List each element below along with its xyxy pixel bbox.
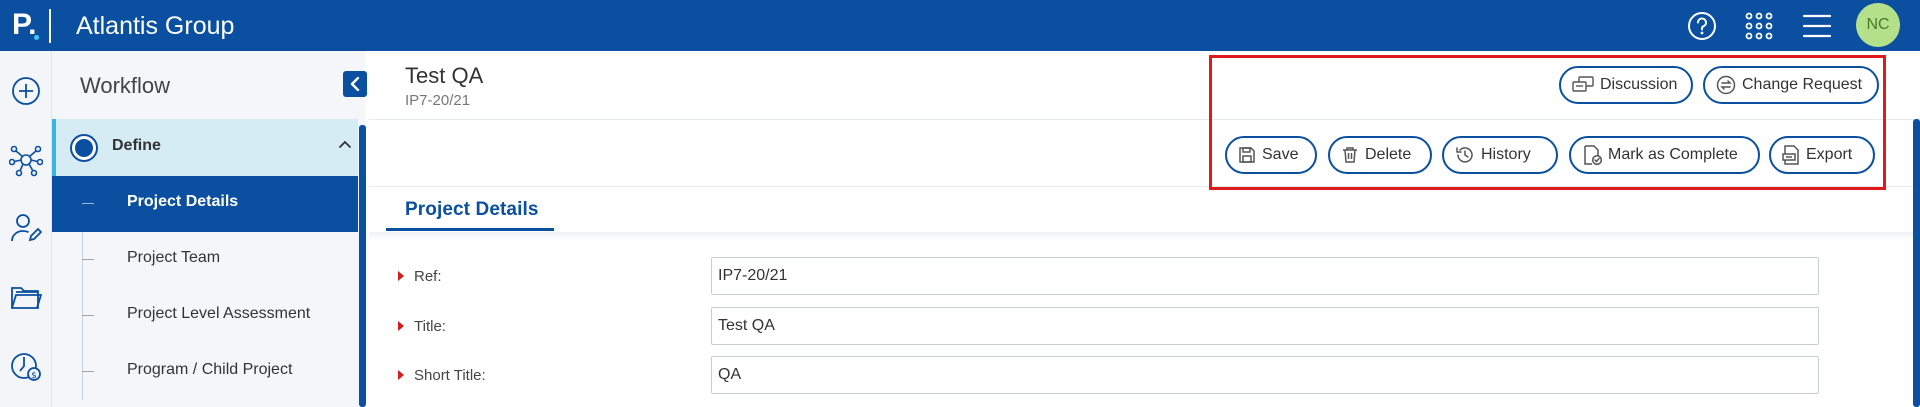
- workflow-item-label: Project Level Assessment: [127, 305, 311, 322]
- main-scrollbar[interactable]: [1913, 119, 1920, 407]
- workflow-stage-define[interactable]: Define: [52, 119, 358, 176]
- apps-grid-icon[interactable]: [1741, 8, 1777, 44]
- required-marker-icon: [398, 321, 404, 331]
- title-input[interactable]: [711, 307, 1819, 345]
- page-subtitle: IP7-20/21: [405, 92, 471, 109]
- save-label: Save: [1262, 146, 1299, 163]
- history-label: History: [1481, 146, 1531, 163]
- discussion-icon: [1572, 76, 1594, 92]
- discussion-label: Discussion: [1600, 76, 1678, 93]
- main-content: Test QA IP7-20/21 Discussion Change Requ…: [369, 51, 1920, 407]
- field-short-title: Short Title:: [369, 356, 1913, 396]
- change-request-icon: [1716, 75, 1736, 95]
- history-icon: [1456, 147, 1473, 163]
- mark-as-complete-label: Mark as Complete: [1608, 146, 1738, 163]
- app-logo[interactable]: P.: [12, 7, 36, 43]
- trash-icon: [1343, 147, 1357, 163]
- field-label: Title:: [414, 318, 446, 335]
- menu-icon[interactable]: [1799, 8, 1835, 44]
- short-title-input[interactable]: [711, 356, 1819, 394]
- workflow-item-program-child-project[interactable]: Program / Child Project: [52, 344, 358, 400]
- network-icon[interactable]: [8, 142, 44, 178]
- collapse-panel-button[interactable]: [343, 71, 367, 97]
- workflow-item-label: Project Details: [127, 193, 239, 210]
- top-bar: P. Atlantis Group NC: [0, 0, 1920, 51]
- add-icon[interactable]: [8, 73, 44, 109]
- required-marker-icon: [398, 271, 404, 281]
- tab-project-details[interactable]: Project Details: [386, 189, 554, 231]
- save-icon: [1239, 147, 1255, 163]
- workflow-item-project-details[interactable]: Project Details: [52, 176, 358, 232]
- left-rail: $: [0, 51, 52, 407]
- help-icon[interactable]: [1684, 8, 1720, 44]
- stage-label: Define: [112, 137, 161, 154]
- chevron-left-icon: [350, 77, 360, 91]
- history-button[interactable]: History: [1442, 136, 1558, 174]
- field-title: Title:: [369, 307, 1913, 347]
- discussion-button[interactable]: Discussion: [1559, 66, 1693, 104]
- mark-as-complete-button[interactable]: Mark as Complete: [1569, 136, 1760, 174]
- finance-icon[interactable]: $: [8, 348, 44, 384]
- export-label: Export: [1806, 146, 1853, 163]
- document-check-icon: [1584, 145, 1602, 165]
- tab-label: Project Details: [405, 199, 539, 220]
- page-title: Test QA: [405, 63, 484, 88]
- ref-input[interactable]: [711, 257, 1819, 295]
- logo-dot: [34, 35, 39, 40]
- field-ref: Ref:: [369, 257, 1913, 297]
- logo-separator: [49, 9, 51, 43]
- export-file-icon: [1782, 145, 1799, 165]
- chevron-up-icon: [339, 140, 351, 148]
- delete-label: Delete: [1365, 146, 1412, 163]
- active-tab-indicator: [386, 228, 554, 231]
- svg-text:$: $: [31, 371, 37, 381]
- save-button[interactable]: Save: [1225, 136, 1317, 174]
- user-avatar[interactable]: NC: [1856, 3, 1900, 47]
- change-request-label: Change Request: [1742, 76, 1863, 93]
- workflow-item-label: Program / Child Project: [127, 361, 293, 378]
- delete-button[interactable]: Delete: [1328, 136, 1432, 174]
- required-marker-icon: [398, 370, 404, 380]
- workflow-item-label: Project Team: [127, 249, 221, 266]
- workflow-item-project-team[interactable]: Project Team: [52, 232, 358, 288]
- workflow-scrollbar[interactable]: [359, 125, 366, 407]
- field-label: Short Title:: [414, 367, 486, 384]
- app-title: Atlantis Group: [76, 12, 235, 40]
- workflow-panel: Workflow Define Project Details Project …: [52, 51, 367, 407]
- workflow-item-project-level-assessment[interactable]: Project Level Assessment: [52, 288, 358, 344]
- export-button[interactable]: Export: [1769, 136, 1875, 174]
- workflow-title: Workflow: [80, 73, 171, 98]
- stage-status-icon: [70, 134, 98, 162]
- change-request-button[interactable]: Change Request: [1703, 66, 1879, 104]
- field-label: Ref:: [414, 268, 442, 285]
- folder-icon[interactable]: [8, 279, 44, 315]
- user-edit-icon[interactable]: [8, 210, 44, 246]
